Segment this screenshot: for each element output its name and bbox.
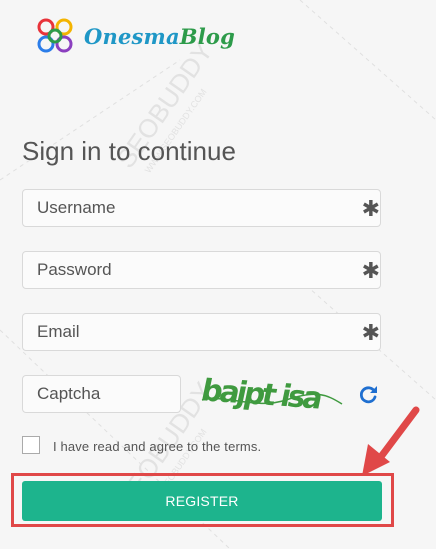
logo[interactable]: OnesmaBlog (34, 16, 235, 56)
terms-label: I have read and agree to the terms. (53, 439, 262, 454)
terms-checkbox[interactable] (22, 436, 40, 454)
email-input[interactable] (22, 313, 381, 351)
logo-icon (37, 18, 73, 53)
captcha-input[interactable] (22, 375, 181, 413)
logo-text-part1: Onesma (84, 23, 180, 49)
logo-text-part2: Blog (179, 23, 235, 49)
required-asterisk-icon: ✱ (361, 196, 380, 221)
username-input[interactable] (22, 189, 381, 227)
required-asterisk-icon: ✱ (361, 258, 380, 283)
page-title: Sign in to continue (22, 136, 236, 166)
logo-text: OnesmaBlog (84, 24, 235, 49)
annotation-arrow (362, 406, 420, 476)
register-button[interactable]: REGISTER (22, 481, 382, 521)
captcha-image: bajpt isa (198, 373, 343, 416)
password-input[interactable] (22, 251, 381, 289)
required-asterisk-icon: ✱ (361, 320, 380, 345)
